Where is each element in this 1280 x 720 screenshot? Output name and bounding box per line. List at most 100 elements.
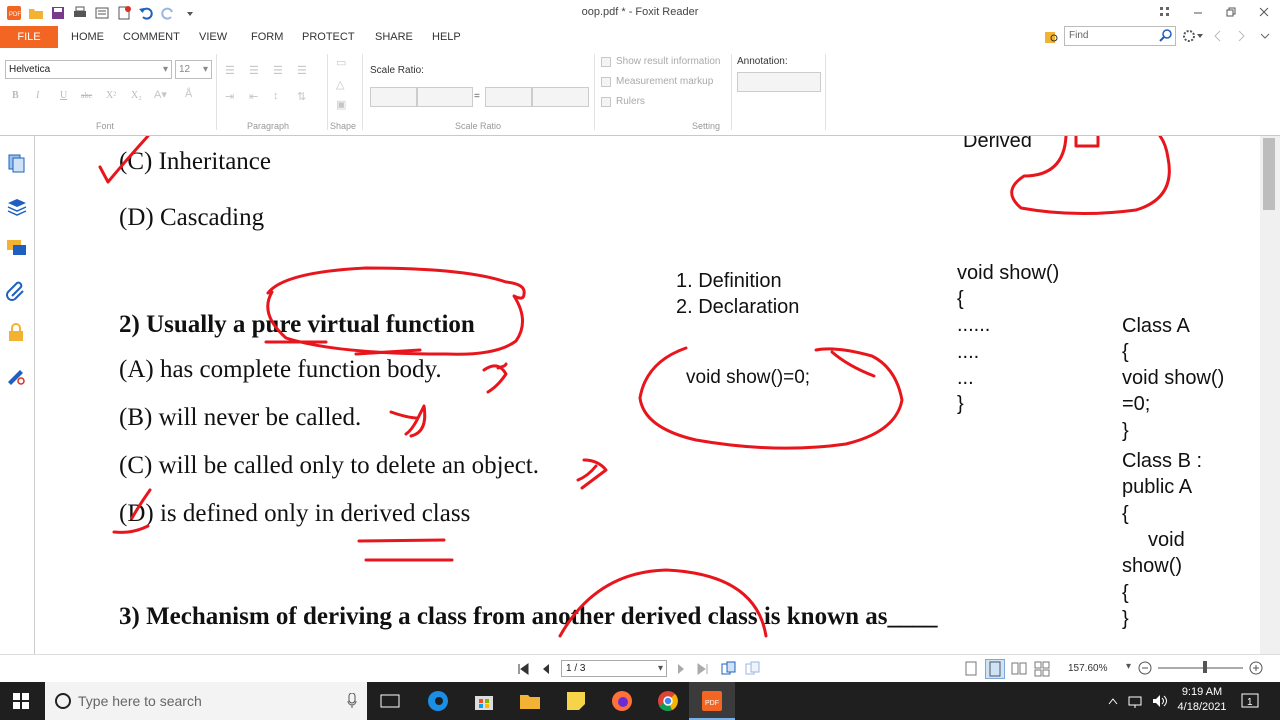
shape-border-icon[interactable]: △ <box>336 78 344 91</box>
next-result-icon[interactable] <box>1237 29 1247 48</box>
tab-comment[interactable]: COMMENT <box>123 31 180 43</box>
paragraph-group-label: Paragraph <box>247 121 290 131</box>
single-page-icon[interactable] <box>964 661 978 682</box>
zoom-in-icon[interactable] <box>1249 661 1263 680</box>
taskbar-search-box[interactable]: Type here to search <box>45 682 367 720</box>
file-explorer-icon[interactable] <box>517 688 543 714</box>
shape-arrange-icon[interactable]: ▣ <box>336 98 346 111</box>
rulers-checkbox[interactable]: Rulers <box>601 96 645 107</box>
align-right-icon[interactable]: ☰ <box>273 64 283 77</box>
vertical-scrollbar[interactable] <box>1260 136 1280 654</box>
previous-view-icon[interactable] <box>721 661 737 682</box>
edge-browser-icon[interactable] <box>425 688 451 714</box>
zoom-level[interactable]: 157.60% <box>1068 663 1107 674</box>
zoom-dropdown-icon[interactable]: ▾ <box>1126 661 1131 672</box>
task-view-icon[interactable] <box>377 688 403 714</box>
box-annotation-derived <box>1074 136 1100 148</box>
microphone-icon[interactable] <box>347 693 357 709</box>
next-page-icon[interactable] <box>676 662 686 681</box>
volume-icon[interactable] <box>1151 693 1169 714</box>
align-left-icon[interactable]: ☰ <box>225 64 235 77</box>
underline-button[interactable]: U <box>60 90 67 101</box>
code-line: .... <box>957 341 980 363</box>
font-name-select[interactable]: Helvetica ▾ <box>5 60 172 79</box>
document-view[interactable]: (C) Inheritance (D) Cascading Derived 2)… <box>36 136 1260 654</box>
scale-equals: = <box>474 91 480 102</box>
system-clock[interactable]: 9:19 AM 4/18/2021 <box>1173 685 1231 715</box>
italic-button[interactable]: I <box>36 90 39 101</box>
outdent-icon[interactable]: ⇤ <box>249 90 258 103</box>
tab-view[interactable]: VIEW <box>199 31 227 43</box>
scale-ratio-input-right[interactable] <box>485 87 532 107</box>
signature-icon[interactable] <box>5 364 27 386</box>
font-color-icon[interactable]: A▾ <box>154 88 167 101</box>
collapse-ribbon-icon[interactable] <box>1260 29 1270 48</box>
scrollbar-thumb[interactable] <box>1263 138 1275 210</box>
cross-annotation-b <box>389 404 427 438</box>
zoom-slider-handle[interactable] <box>1203 661 1207 673</box>
page-number-input[interactable]: 1 / 3 ▾ <box>561 660 667 677</box>
windows-start-icon[interactable] <box>13 693 29 714</box>
tab-form[interactable]: FORM <box>251 31 283 43</box>
line-spacing-icon[interactable]: ↕ <box>273 90 279 102</box>
action-center-icon[interactable]: 1 <box>1240 691 1260 716</box>
foxit-taskbar-button[interactable]: PDF <box>689 682 735 720</box>
continuous-page-icon[interactable] <box>985 659 1005 679</box>
paragraph-spacing-icon[interactable]: ⇅ <box>297 90 306 103</box>
tab-home[interactable]: HOME <box>71 31 104 43</box>
font-group-label: Font <box>96 121 115 131</box>
scale-ratio-unit-left[interactable] <box>417 87 473 107</box>
lock-icon[interactable] <box>5 321 27 343</box>
tab-share[interactable]: SHARE <box>375 31 413 43</box>
tab-protect[interactable]: PROTECT <box>302 31 355 43</box>
pages-icon[interactable] <box>5 152 27 174</box>
tab-file[interactable]: FILE <box>0 26 58 48</box>
zoom-slider[interactable] <box>1158 667 1243 669</box>
settings-gear-icon[interactable] <box>1182 29 1204 48</box>
font-size-value: 12 <box>179 64 191 75</box>
justify-icon[interactable]: ☰ <box>297 64 307 77</box>
close-icon[interactable] <box>1247 0 1280 24</box>
attachment-icon[interactable] <box>5 279 27 301</box>
superscript-button[interactable]: X² <box>106 90 116 101</box>
chrome-icon[interactable] <box>655 688 681 714</box>
align-center-icon[interactable]: ☰ <box>249 64 259 77</box>
first-page-icon[interactable] <box>516 662 530 681</box>
app-grid-icon[interactable] <box>1148 0 1181 24</box>
scale-ratio-input-left[interactable] <box>370 87 417 107</box>
next-view-icon[interactable] <box>745 661 761 682</box>
subscript-button[interactable]: X₂ <box>131 90 142 101</box>
clear-format-icon[interactable]: Å <box>185 88 192 100</box>
facing-pages-icon[interactable] <box>1011 661 1027 682</box>
tab-help[interactable]: HELP <box>432 31 461 43</box>
restore-icon[interactable] <box>1214 0 1247 24</box>
firefox-icon[interactable] <box>609 688 635 714</box>
show-hidden-icons-icon[interactable] <box>1107 694 1119 712</box>
foxit-app-icon: PDF <box>702 691 722 711</box>
indent-icon[interactable]: ⇥ <box>225 90 234 103</box>
layers-icon[interactable] <box>5 195 27 217</box>
find-box-icon[interactable] <box>1044 29 1060 50</box>
group-divider <box>594 54 595 130</box>
previous-page-icon[interactable] <box>541 662 551 681</box>
underline-annotation-virtual <box>354 348 422 356</box>
sticky-notes-icon[interactable] <box>563 688 589 714</box>
font-size-select[interactable]: 12 ▾ <box>175 60 212 79</box>
annotation-input[interactable] <box>737 72 821 92</box>
continuous-facing-icon[interactable] <box>1034 661 1050 682</box>
scale-ratio-unit-right[interactable] <box>532 87 589 107</box>
minimize-icon[interactable] <box>1181 0 1214 24</box>
zoom-out-icon[interactable] <box>1138 661 1152 680</box>
show-result-information-checkbox[interactable]: Show result information <box>601 56 721 67</box>
strikethrough-button[interactable]: abc <box>81 91 92 100</box>
store-icon[interactable] <box>471 688 497 714</box>
shape-fill-icon[interactable]: ▭ <box>336 56 346 69</box>
previous-result-icon[interactable] <box>1212 29 1222 48</box>
last-page-icon[interactable] <box>696 662 710 681</box>
search-icon[interactable] <box>1159 29 1173 48</box>
bold-button[interactable]: B <box>12 90 19 101</box>
code-line: } <box>957 393 964 415</box>
network-icon[interactable] <box>1127 693 1145 714</box>
comments-icon[interactable] <box>5 237 27 259</box>
measurement-markup-checkbox[interactable]: Measurement markup <box>601 76 713 87</box>
